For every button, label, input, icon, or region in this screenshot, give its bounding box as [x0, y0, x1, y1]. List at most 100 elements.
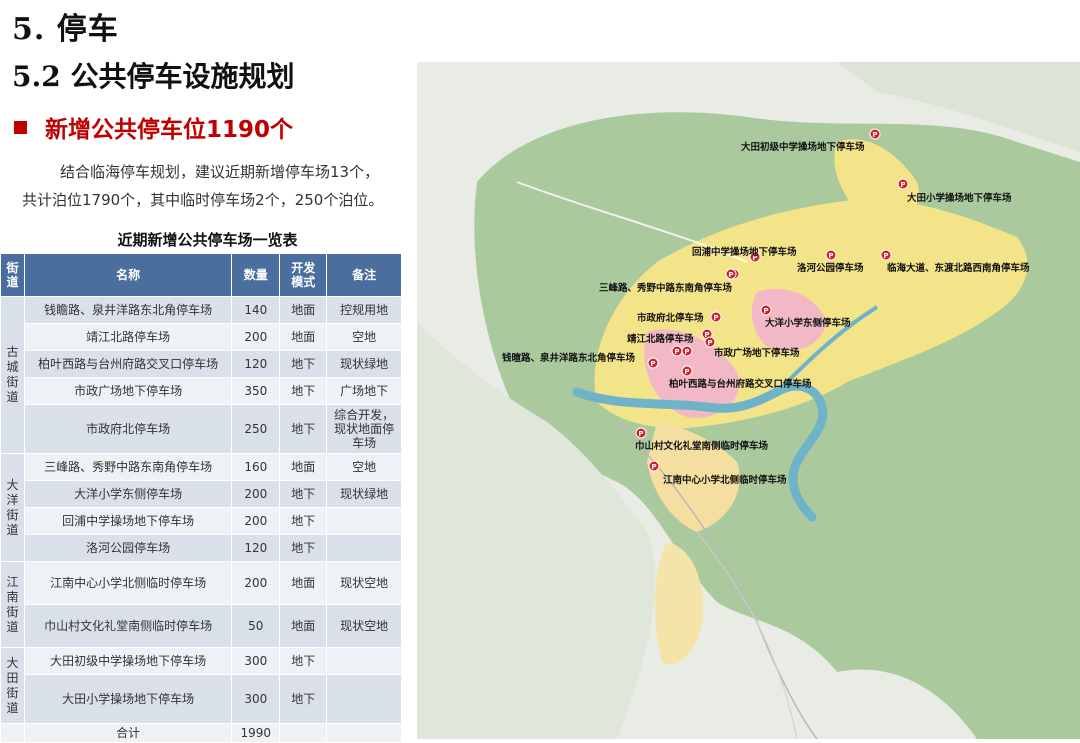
header-street: 街道 — [0, 253, 25, 297]
cell-note: 现状空地 — [326, 561, 402, 605]
street-gucheng: 古城街道 — [0, 296, 25, 454]
cell-mode: 地面 — [279, 604, 328, 648]
cell-mode: 地下 — [279, 404, 328, 454]
table-row: 市政广场地下停车场 350 地下 广场地下 — [1, 377, 402, 405]
total-count: 1990 — [231, 723, 281, 743]
svg-text:P: P — [707, 339, 712, 347]
map-svg: PPPPPPPPPPPPPPPPP大田初级中学操场地下停车场大田小学操场地下停车… — [417, 62, 1080, 739]
svg-text:P: P — [651, 463, 656, 471]
cell-mode: 地下 — [279, 350, 328, 378]
table-title: 近期新增公共停车场一览表 — [117, 231, 298, 249]
cell-name: 柏叶西路与台州府路交叉口停车场 — [23, 350, 233, 378]
cell-empty — [326, 723, 402, 743]
cell-count: 200 — [231, 480, 281, 508]
parking-marker-icon: P — [704, 336, 716, 348]
cell-note: 空地 — [326, 453, 402, 481]
cell-mode: 地下 — [279, 647, 328, 675]
cell-mode: 地面 — [279, 453, 328, 481]
table-row: 大洋街道 三峰路、秀野中路东南角停车场 160 地面 空地 — [0, 453, 402, 562]
parking-marker-icon: P — [897, 178, 909, 190]
cell-count: 200 — [231, 561, 281, 605]
paragraph-line-2: 共计泊位1790个，其中临时停车场2个，250个泊位。 — [22, 191, 384, 209]
map-label: 大田小学操场地下停车场 — [907, 192, 1012, 204]
parking-marker-icon: P — [825, 249, 837, 261]
svg-text:P: P — [684, 368, 689, 376]
parking-marker-icon: P — [635, 427, 647, 439]
cell-count: 200 — [231, 323, 281, 351]
table-row: 靖江北路停车场 200 地面 空地 — [1, 323, 402, 351]
parking-marker-icon: P — [880, 249, 892, 261]
table-row: 大田街道 大田初级中学操场地下停车场 300 地下 — [0, 647, 402, 724]
cell-mode: 地下 — [279, 534, 328, 562]
table-row: 巾山村文化礼堂南侧临时停车场 50 地面 现状空地 — [1, 604, 402, 648]
cell-name: 大田小学操场地下停车场 — [23, 674, 233, 724]
parking-marker-icon: P — [648, 460, 660, 472]
cell-note: 现状绿地 — [326, 350, 402, 378]
cell-mode: 地面 — [279, 561, 328, 605]
cell-name: 靖江北路停车场 — [23, 323, 233, 351]
cell-count: 50 — [231, 604, 281, 648]
parking-marker-icon: P — [681, 365, 693, 377]
cell-mode: 地下 — [279, 674, 328, 724]
svg-text:P: P — [763, 307, 768, 315]
highlight-heading-text: 新增公共停车位1190个 — [45, 117, 294, 143]
cell-note — [326, 674, 402, 724]
map-label: 市政府北停车场 — [637, 312, 704, 324]
cell-name: 江南中心小学北侧临时停车场 — [23, 561, 233, 605]
cell-note: 现状空地 — [326, 604, 402, 648]
cell-note: 综合开发，现状地面停车场 — [326, 404, 402, 454]
table-row: 江南街道 江南中心小学北侧临时停车场 200 地面 现状空地 — [0, 561, 402, 648]
table-row: 大田小学操场地下停车场 300 地下 — [1, 674, 402, 724]
cell-count: 350 — [231, 377, 281, 405]
cell-count: 300 — [231, 674, 281, 724]
cell-mode: 地下 — [279, 507, 328, 535]
header-note: 备注 — [326, 253, 402, 297]
svg-text:P: P — [674, 348, 679, 356]
table-row: 回浦中学操场地下停车场 200 地下 — [1, 507, 402, 535]
header-count: 数量 — [231, 253, 281, 297]
table-row: 古城街道 钱瞻路、泉井洋路东北角停车场 140 地面 控规用地 — [0, 296, 402, 454]
map-label: 柏叶西路与台州府路交叉口停车场 — [669, 378, 812, 390]
parking-marker-icon: P — [647, 357, 659, 369]
subsection-title: 5.2 公共停车设施规划 — [12, 60, 295, 93]
map-label: 巾山村文化礼堂南侧临时停车场 — [635, 440, 769, 452]
highlight-heading: 新增公共停车位1190个 — [14, 110, 293, 144]
cell-name: 回浦中学操场地下停车场 — [23, 507, 233, 535]
cell-mode: 地面 — [279, 296, 328, 324]
cell-note — [326, 647, 402, 675]
map-label: 洛河公园停车场 — [797, 262, 864, 274]
cell-mode: 地下 — [279, 480, 328, 508]
map-label: 三峰路、秀野中路东南角停车场 — [599, 282, 733, 294]
cell-note — [326, 507, 402, 535]
cell-note — [326, 534, 402, 562]
cell-name: 市政府北停车场 — [23, 404, 233, 454]
bullet-square-icon — [14, 121, 27, 134]
paragraph-line-1: 结合临海停车规划，建议近期新增停车场13个， — [60, 163, 380, 181]
cell-count: 250 — [231, 404, 281, 454]
parking-marker-icon: P — [681, 345, 693, 357]
cell-name: 巾山村文化礼堂南侧临时停车场 — [23, 604, 233, 648]
table-row: 市政府北停车场 250 地下 综合开发，现状地面停车场 — [1, 404, 402, 454]
svg-text:P: P — [883, 252, 888, 260]
street-jiangnan: 江南街道 — [0, 561, 25, 648]
map-label: 大洋小学东侧停车场 — [765, 317, 851, 329]
cell-name: 钱瞻路、泉井洋路东北角停车场 — [23, 296, 233, 324]
map-label: 靖江北路停车场 — [627, 333, 694, 345]
cell-note: 广场地下 — [326, 377, 402, 405]
map-label: 江南中心小学北侧临时停车场 — [663, 474, 787, 486]
svg-text:P: P — [872, 131, 877, 139]
parking-marker-icon: P — [710, 311, 722, 323]
total-label: 合计 — [23, 723, 233, 743]
parking-map: PPPPPPPPPPPPPPPPP大田初级中学操场地下停车场大田小学操场地下停车… — [417, 62, 1080, 739]
map-label: 临海大道、东渡北路西南角停车场 — [887, 262, 1030, 274]
cell-count: 160 — [231, 453, 281, 481]
cell-empty — [0, 723, 25, 743]
svg-text:P: P — [828, 252, 833, 260]
cell-name: 洛河公园停车场 — [23, 534, 233, 562]
cell-count: 200 — [231, 507, 281, 535]
table-header-row: 街道 名称 数量 开发 模式 备注 — [0, 253, 402, 297]
cell-count: 120 — [231, 350, 281, 378]
cell-count: 300 — [231, 647, 281, 675]
map-label: 市政广场地下停车场 — [714, 347, 800, 359]
cell-name: 三峰路、秀野中路东南角停车场 — [23, 453, 233, 481]
